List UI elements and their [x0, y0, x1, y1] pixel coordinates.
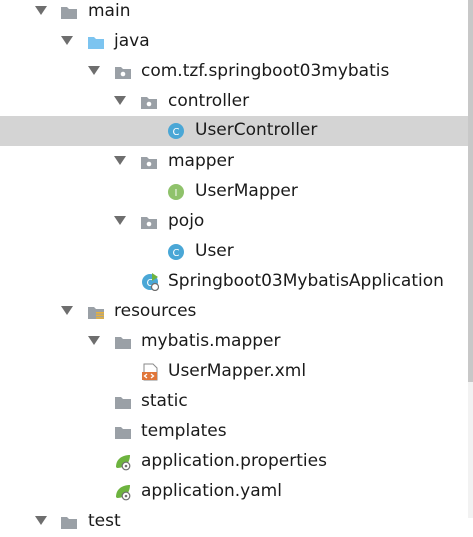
tree-node-user-controller[interactable]: C UserController: [0, 116, 468, 146]
spring-config-icon: [116, 485, 131, 501]
tree-node-main[interactable]: main: [0, 0, 468, 27]
tree-label: templates: [141, 421, 227, 441]
expand-arrow-icon[interactable]: [114, 216, 126, 225]
package-icon: [141, 157, 157, 169]
package-icon: [141, 97, 157, 109]
tree-node-mybatis-mapper[interactable]: mybatis.mapper: [0, 327, 468, 357]
tree-node-java[interactable]: java: [0, 27, 468, 57]
tree-label: java: [114, 31, 150, 51]
scrollbar-track[interactable]: [468, 0, 473, 518]
tree-label: pojo: [168, 211, 205, 231]
tree-label: application.properties: [141, 451, 327, 471]
source-folder-icon: [88, 37, 104, 49]
tree-node-application-properties[interactable]: application.properties: [0, 447, 468, 477]
expand-arrow-icon[interactable]: [88, 336, 100, 345]
tree-node-application-class[interactable]: C Springboot03MybatisApplication: [0, 267, 468, 297]
interface-icon: I: [168, 184, 184, 200]
tree-node-application-yaml[interactable]: application.yaml: [0, 477, 468, 507]
resources-folder-icon: [88, 307, 104, 319]
expand-arrow-icon[interactable]: [114, 96, 126, 105]
tree-node-package[interactable]: com.tzf.springboot03mybatis: [0, 57, 468, 87]
folder-icon: [61, 7, 77, 19]
tree-node-user-mapper-xml[interactable]: UserMapper.xml: [0, 357, 468, 387]
tree-label: com.tzf.springboot03mybatis: [141, 61, 390, 81]
scrollbar-thumb[interactable]: [468, 0, 473, 382]
tree-label: UserMapper.xml: [168, 361, 307, 381]
svg-text:I: I: [175, 188, 178, 199]
tree-label: static: [141, 391, 188, 411]
xml-file-icon: [142, 363, 158, 381]
spring-boot-class-icon: C: [142, 273, 159, 291]
tree-label: main: [88, 1, 131, 21]
package-icon: [141, 217, 157, 229]
svg-text:C: C: [173, 248, 180, 259]
tree-node-resources[interactable]: resources: [0, 297, 468, 327]
expand-arrow-icon[interactable]: [88, 66, 100, 75]
tree-node-user-mapper[interactable]: I UserMapper: [0, 177, 468, 207]
expand-arrow-icon[interactable]: [35, 6, 47, 15]
tree-label: UserMapper: [195, 181, 298, 201]
tree-node-mapper[interactable]: mapper: [0, 147, 468, 177]
tree-label: resources: [114, 301, 197, 321]
tree-node-test[interactable]: test: [0, 507, 468, 537]
expand-arrow-icon[interactable]: [35, 516, 47, 525]
class-icon: C: [168, 123, 184, 139]
package-icon: [115, 67, 131, 79]
tree-node-user[interactable]: C User: [0, 237, 468, 267]
tree-label: mybatis.mapper: [141, 331, 281, 351]
svg-text:C: C: [173, 127, 180, 138]
tree-label: User: [195, 241, 234, 261]
folder-icon: [115, 337, 131, 349]
expand-arrow-icon[interactable]: [114, 156, 126, 165]
tree-node-templates[interactable]: templates: [0, 417, 468, 447]
tree-label: test: [88, 511, 121, 531]
tree-label: controller: [168, 91, 250, 111]
tree-node-controller[interactable]: controller: [0, 87, 468, 117]
folder-icon: [61, 517, 77, 529]
tree-label: mapper: [168, 151, 235, 171]
expand-arrow-icon[interactable]: [61, 36, 73, 45]
class-icon: C: [168, 244, 184, 260]
tree-label: UserController: [195, 120, 318, 140]
tree-label: application.yaml: [141, 481, 282, 501]
project-tree: main java com.tzf.springboot03mybatis co…: [0, 0, 473, 531]
tree-node-pojo[interactable]: pojo: [0, 207, 468, 237]
expand-arrow-icon[interactable]: [61, 306, 73, 315]
folder-icon: [115, 397, 131, 409]
tree-label: Springboot03MybatisApplication: [168, 271, 444, 291]
spring-config-icon: [116, 455, 131, 471]
folder-icon: [115, 427, 131, 439]
tree-node-static[interactable]: static: [0, 387, 468, 417]
